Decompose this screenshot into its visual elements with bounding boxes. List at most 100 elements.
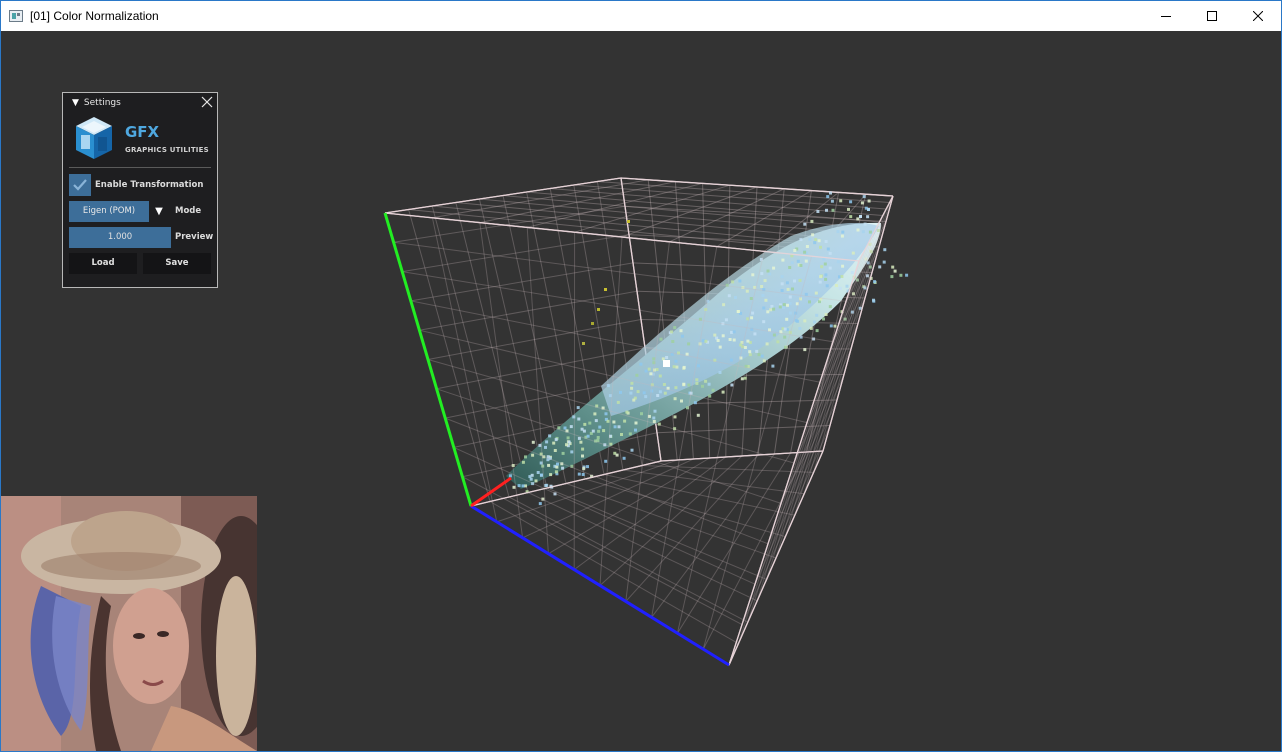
logo-subtitle: GRAPHICS UTILITIES [125, 145, 209, 154]
cloud-point [838, 286, 842, 290]
cloud-point [829, 191, 832, 195]
cloud-point [824, 277, 828, 281]
mode-dropdown[interactable]: Eigen (POM) [69, 200, 149, 222]
cloud-point [762, 359, 766, 363]
cloud-point [718, 345, 722, 349]
cloud-point [882, 260, 886, 264]
cloud-point [630, 386, 634, 390]
cloud-point [554, 470, 558, 474]
cloud-point [673, 326, 677, 330]
cloud-point [840, 275, 844, 278]
cloud-point [644, 369, 648, 373]
cloud-point [521, 460, 525, 464]
cloud-point [647, 367, 651, 371]
cloud-point [760, 272, 764, 276]
cloud-point [588, 421, 592, 425]
cloud-point [798, 327, 802, 330]
cloud-point [786, 303, 789, 307]
cloud-point [512, 485, 516, 489]
preview-slider[interactable]: 1.000 [69, 226, 171, 248]
cloud-point [788, 266, 792, 269]
cloud-point [780, 275, 784, 279]
cloud-point [730, 330, 734, 334]
minimize-button[interactable] [1143, 1, 1189, 31]
cloud-point [582, 342, 585, 345]
load-button[interactable]: Load [69, 252, 137, 274]
cloud-point [751, 273, 755, 277]
cloud-point [721, 334, 725, 338]
cloud-point [803, 250, 807, 254]
cloud-point [804, 292, 808, 296]
title-bar[interactable]: [01] Color Normalization [1, 1, 1281, 31]
enable-transformation-checkbox[interactable] [69, 174, 91, 196]
cloud-point [693, 401, 697, 405]
cloud-point [727, 294, 731, 298]
cloud-point [582, 467, 586, 471]
cloud-point [508, 474, 512, 478]
save-button[interactable]: Save [143, 252, 211, 274]
close-button[interactable] [1235, 1, 1281, 31]
cloud-point [718, 371, 722, 374]
cloud-point [760, 285, 764, 288]
cloud-point [630, 381, 634, 385]
render-viewport[interactable]: ▼ Settings GFX GRAPHICS UTILITIES Enable… [1, 31, 1281, 751]
collapse-triangle-icon[interactable]: ▼ [72, 98, 79, 108]
minimize-icon [1161, 16, 1171, 17]
cloud-point [617, 425, 621, 429]
cloud-point [697, 364, 700, 368]
cloud-point [671, 340, 675, 343]
cloud-point [644, 395, 648, 399]
cloud-point [818, 280, 822, 284]
cloud-point [630, 448, 634, 452]
cloud-point [836, 230, 840, 234]
cloud-point [556, 462, 559, 466]
cloud-point [749, 297, 753, 300]
cloud-point [544, 445, 547, 449]
cloud-point [597, 308, 600, 311]
cloud-point [816, 210, 820, 213]
cloud-point [552, 441, 556, 445]
maximize-button[interactable] [1189, 1, 1235, 31]
preview-row: 1.000 Preview [63, 226, 217, 248]
cloud-point [860, 201, 864, 205]
cloud-point [570, 450, 574, 454]
cloud-point [658, 390, 662, 394]
cloud-point [627, 220, 630, 223]
settings-title: Settings [83, 98, 121, 108]
panel-close-icon[interactable] [201, 96, 213, 108]
cube-grid-back [384, 177, 894, 507]
cloud-point [757, 353, 761, 357]
dropdown-arrow-icon[interactable]: ▼ [149, 200, 169, 222]
cloud-point [555, 465, 559, 469]
mode-row: Eigen (POM) ▼ Mode [63, 200, 217, 222]
cloud-point [740, 377, 744, 381]
checkmark-icon [73, 179, 87, 191]
cloud-point [695, 381, 699, 385]
cloud-point [579, 440, 583, 444]
grid-line [410, 262, 634, 302]
cloud-point [529, 477, 533, 481]
cloud-point [711, 388, 715, 392]
cloud-point [554, 438, 558, 442]
cloud-point [615, 453, 619, 457]
cloud-point [701, 384, 704, 388]
cloud-point [577, 472, 581, 476]
cloud-point [658, 374, 662, 378]
cloud-point [776, 340, 780, 344]
cloud-point [642, 391, 646, 395]
cloud-point [783, 327, 787, 331]
cloud-point [771, 364, 775, 368]
cloud-point [770, 304, 774, 308]
y-axis [383, 212, 473, 507]
cloud-point [566, 436, 570, 440]
cloud-point [769, 308, 773, 312]
cloud-point [825, 284, 829, 288]
cloud-point [811, 233, 815, 237]
cloud-point [734, 296, 737, 299]
settings-header[interactable]: ▼ Settings [63, 93, 217, 113]
center-marker [663, 360, 670, 367]
cloud-point [682, 365, 686, 369]
cloud-point [824, 273, 828, 277]
cloud-point [632, 398, 636, 402]
cloud-point [760, 354, 764, 358]
